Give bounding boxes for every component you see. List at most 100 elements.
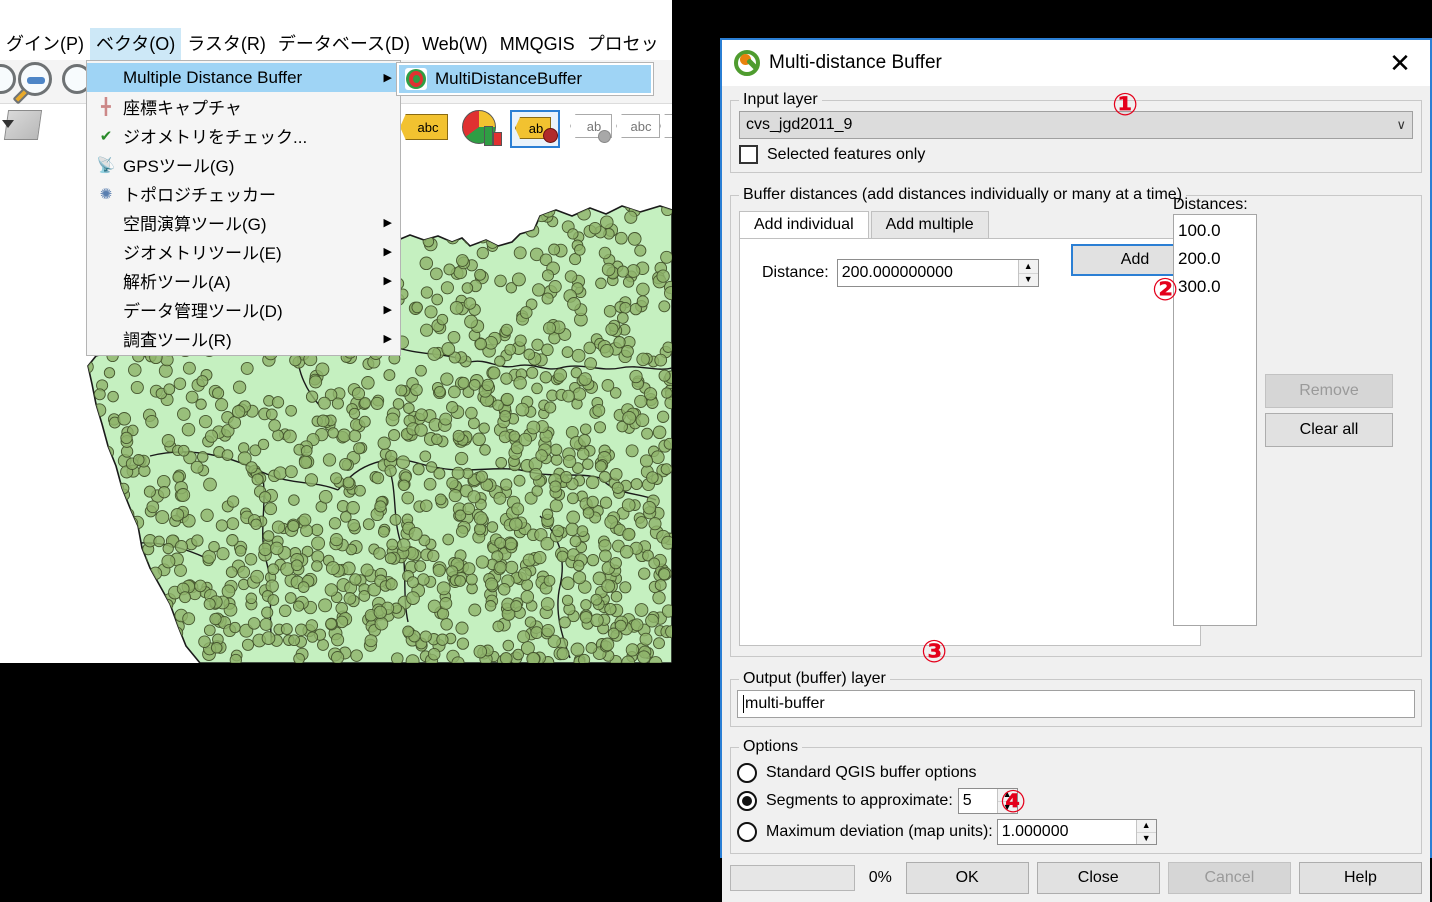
menu-entry-geometry-tools[interactable]: ジオメトリツール(E) ▶ xyxy=(87,237,400,266)
label-abc-gray-icon[interactable]: abc xyxy=(616,114,660,138)
list-item[interactable]: 100.0 xyxy=(1178,217,1252,245)
menu-entry-label: Multiple Distance Buffer xyxy=(123,67,303,87)
output-layer-field[interactable]: multi-buffer xyxy=(737,690,1415,718)
menu-entry-spatial-operations[interactable]: 空間演算ツール(G) ▶ xyxy=(87,208,400,237)
input-layer-combo[interactable]: cvs_jgd2011_9 ∨ xyxy=(739,111,1413,139)
menu-entry-check-geometry[interactable]: ✔ ジオメトリをチェック... xyxy=(87,121,400,150)
multiple-distance-buffer-submenu: MultiDistanceBuffer xyxy=(396,62,654,96)
distance-spinner-arrows[interactable]: ▲ ▼ xyxy=(1017,260,1038,287)
close-button[interactable]: Close xyxy=(1036,862,1160,894)
zoom-full-icon[interactable] xyxy=(0,64,16,94)
label-pin-selected-icon[interactable]: ab xyxy=(510,110,560,148)
spinner-up-icon[interactable]: ▲ xyxy=(1136,820,1156,833)
list-item[interactable]: 200.0 xyxy=(1178,245,1252,273)
qgis-logo-icon xyxy=(734,50,760,76)
help-button[interactable]: Help xyxy=(1298,862,1422,894)
selected-features-only-checkbox[interactable] xyxy=(739,145,758,164)
option-max-deviation-radio[interactable] xyxy=(737,822,757,842)
remove-distance-button[interactable]: Remove xyxy=(1265,374,1393,408)
output-layer-value: multi-buffer xyxy=(745,695,825,712)
options-group-title: Options xyxy=(739,737,803,757)
chevron-right-icon: ▶ xyxy=(383,246,392,258)
menu-entry-analysis-tools[interactable]: 解析ツール(A) ▶ xyxy=(87,266,400,295)
option-segments-label: Segments to approximate: xyxy=(766,792,953,809)
buffer-distances-group-title: Buffer distances (add distances individu… xyxy=(739,185,1187,205)
menu-item-raster[interactable]: ラスタ(R) xyxy=(181,28,272,60)
menu-entry-gps-tools[interactable]: 📡 GPSツール(G) xyxy=(87,150,400,179)
segments-input[interactable] xyxy=(958,789,997,813)
close-icon[interactable]: ✕ xyxy=(1380,43,1420,83)
menu-entry-data-management-tools[interactable]: データ管理ツール(D) ▶ xyxy=(87,295,400,324)
buffer-tabs: Add individual Add multiple xyxy=(739,208,1201,238)
tab-add-individual[interactable]: Add individual xyxy=(739,211,869,238)
spinner-up-icon[interactable]: ▲ xyxy=(997,789,1017,802)
menu-item-database[interactable]: データベース(D) xyxy=(272,28,416,60)
spinner-up-icon[interactable]: ▲ xyxy=(1018,260,1038,274)
menu-entry-research-tools[interactable]: 調査ツール(R) ▶ xyxy=(87,324,400,353)
dropdown-arrow-icon[interactable] xyxy=(2,120,14,128)
menu-entry-label: トポロジチェッカー xyxy=(123,186,276,205)
cancel-button[interactable]: Cancel xyxy=(1167,862,1291,894)
distance-spinbox[interactable]: ▲ ▼ xyxy=(836,259,1039,287)
selected-features-only-row[interactable]: Selected features only xyxy=(739,145,1413,164)
pie-chart-diagram-icon[interactable] xyxy=(462,110,502,146)
crosshair-icon: ╋ xyxy=(101,98,111,116)
menu-entry-multiple-distance-buffer[interactable]: Multiple Distance Buffer ▶ xyxy=(87,63,400,92)
menu-item-mmqgis[interactable]: MMQGIS xyxy=(494,28,581,60)
menu-item-vector[interactable]: ベクタ(O) xyxy=(90,28,182,60)
progress-percent-label: 0% xyxy=(868,869,892,886)
spinner-down-icon[interactable]: ▼ xyxy=(1137,833,1156,845)
max-deviation-input[interactable] xyxy=(997,820,1136,844)
dialog-title: Multi-distance Buffer xyxy=(769,52,942,73)
menu-entry-coordinate-capture[interactable]: ╋ 座標キャプチャ xyxy=(87,92,400,121)
option-standard-qgis-buffer-row[interactable]: Standard QGIS buffer options xyxy=(737,763,1415,783)
menu-item-web[interactable]: Web(W) xyxy=(416,28,494,60)
text-caret xyxy=(743,695,744,713)
max-deviation-spinbox[interactable]: ▲ ▼ xyxy=(996,819,1157,845)
submenu-entry-multidistancebuffer[interactable]: MultiDistanceBuffer xyxy=(399,65,651,93)
submenu-entry-label: MultiDistanceBuffer xyxy=(435,69,583,88)
list-item[interactable]: 300.0 xyxy=(1178,273,1252,301)
chevron-right-icon: ▶ xyxy=(383,333,392,345)
menu-entry-label: ジオメトリをチェック... xyxy=(123,128,308,147)
menu-item-plugins[interactable]: グイン(P) xyxy=(0,28,90,60)
menu-entry-topology-checker[interactable]: ✺ トポロジチェッカー xyxy=(87,179,400,208)
menu-entry-label: GPSツール(G) xyxy=(123,157,235,176)
multi-distance-buffer-dialog: Multi-distance Buffer ✕ Input layer cvs_… xyxy=(720,38,1432,902)
multidistancebuffer-icon xyxy=(405,68,427,90)
clear-all-distances-button[interactable]: Clear all xyxy=(1265,413,1393,447)
menu-entry-label: ジオメトリツール(E) xyxy=(123,244,282,263)
options-group: Options Standard QGIS buffer options Seg… xyxy=(730,737,1422,854)
spinner-down-icon[interactable]: ▼ xyxy=(998,802,1017,814)
chevron-right-icon: ▶ xyxy=(383,304,392,316)
input-layer-group-title: Input layer xyxy=(739,90,822,110)
distance-input[interactable] xyxy=(837,260,1018,286)
distances-list[interactable]: 100.0 200.0 300.0 xyxy=(1173,214,1257,626)
option-max-deviation-row[interactable]: Maximum deviation (map units): ▲ ▼ xyxy=(737,819,1415,845)
input-layer-group: Input layer cvs_jgd2011_9 ∨ Selected fea… xyxy=(730,90,1422,173)
max-deviation-spinner-arrows[interactable]: ▲ ▼ xyxy=(1135,820,1156,845)
dialog-button-bar: 0% OK Close Cancel Help xyxy=(722,854,1430,902)
option-segments-radio[interactable] xyxy=(737,791,757,811)
menu-entry-label: 座標キャプチャ xyxy=(123,99,242,118)
check-geometry-icon: ✔ xyxy=(99,127,113,145)
option-segments-row[interactable]: Segments to approximate: ▲ ▼ xyxy=(737,788,1415,814)
tab-add-multiple[interactable]: Add multiple xyxy=(870,211,989,238)
option-standard-qgis-buffer-label: Standard QGIS buffer options xyxy=(766,764,977,781)
input-layer-value: cvs_jgd2011_9 xyxy=(746,116,853,133)
option-standard-qgis-buffer-radio[interactable] xyxy=(737,763,757,783)
progress-bar xyxy=(730,865,856,891)
ok-button[interactable]: OK xyxy=(905,862,1029,894)
label-pin-gray-icon[interactable]: ab xyxy=(570,114,612,143)
label-abc-icon[interactable]: abc xyxy=(400,114,448,140)
dialog-body: Input layer cvs_jgd2011_9 ∨ Selected fea… xyxy=(722,86,1430,854)
add-individual-panel: Distance: ▲ ▼ xyxy=(739,238,1201,646)
chevron-right-icon: ▶ xyxy=(383,275,392,287)
segments-spinner-arrows[interactable]: ▲ ▼ xyxy=(996,789,1017,814)
spinner-down-icon[interactable]: ▼ xyxy=(1019,274,1038,287)
segments-spinbox[interactable]: ▲ ▼ xyxy=(957,788,1018,814)
chevron-right-icon: ▶ xyxy=(383,72,392,84)
zoom-out-icon[interactable] xyxy=(12,62,52,105)
menu-item-processing[interactable]: プロセッ xyxy=(581,28,665,60)
show-labels-eye-icon[interactable] xyxy=(660,114,672,138)
